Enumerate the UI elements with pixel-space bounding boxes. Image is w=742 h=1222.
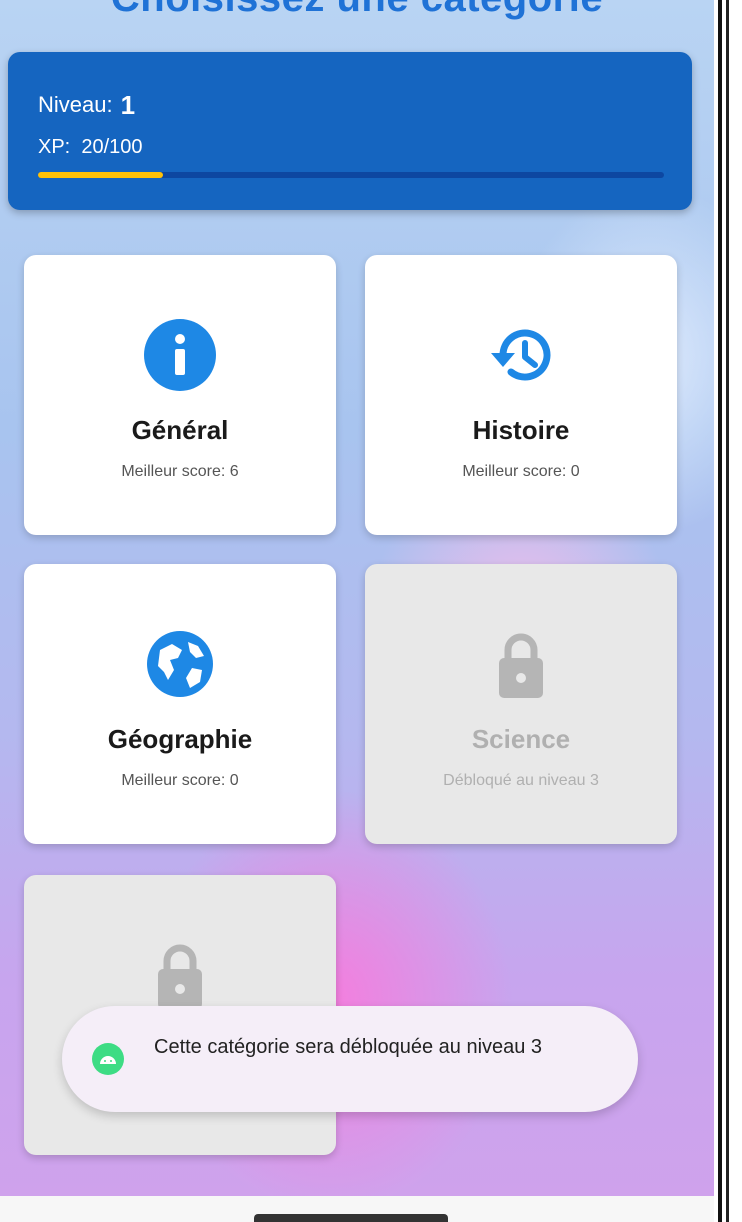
device-frame [714, 0, 742, 1222]
xp-label: XP: [38, 136, 71, 158]
info-icon [144, 319, 216, 391]
page-title: Choisissez une catégorie [0, 0, 714, 21]
category-card-histoire[interactable]: Histoire Meilleur score: 0 [365, 255, 677, 535]
level-card: Niveau: 1 XP: 20/100 [8, 52, 692, 210]
lock-icon [158, 944, 202, 1009]
category-title: Science [471, 724, 571, 754]
xp-row: XP: 20/100 [38, 136, 143, 159]
category-card-geographie[interactable]: Géographie Meilleur score: 0 [24, 564, 336, 844]
xp-value: 20/100 [81, 136, 143, 158]
frame-edge [718, 0, 722, 1222]
category-card-science[interactable]: Science Débloqué au niveau 3 [365, 564, 677, 844]
frame-edge [726, 0, 729, 1222]
lock-icon [499, 633, 543, 698]
category-best-score: Meilleur score: 0 [462, 463, 580, 480]
category-best-score: Meilleur score: 0 [121, 772, 239, 789]
toast-message: Cette catégorie sera débloquée au niveau… [62, 1006, 638, 1112]
xp-progress-bar [38, 172, 664, 178]
android-icon [92, 1043, 124, 1075]
category-unlock-note: Débloqué au niveau 3 [443, 772, 599, 789]
home-gesture-handle[interactable] [254, 1214, 448, 1222]
category-card-general[interactable]: Général Meilleur score: 6 [24, 255, 336, 535]
history-icon [491, 329, 551, 381]
level-row: Niveau: 1 [38, 88, 136, 120]
category-title: Géographie [107, 724, 253, 754]
category-title: Histoire [472, 415, 570, 445]
toast-text: Cette catégorie sera débloquée au niveau… [154, 1036, 543, 1058]
globe-icon [147, 631, 213, 697]
category-title: Général [131, 415, 229, 445]
app-screen: Choisissez une catégorie Niveau: 1 XP: 20… [0, 0, 714, 1222]
xp-progress-fill [38, 172, 164, 178]
category-best-score: Meilleur score: 6 [121, 463, 239, 480]
level-value: 1 [120, 90, 136, 120]
level-label: Niveau: [38, 92, 113, 117]
